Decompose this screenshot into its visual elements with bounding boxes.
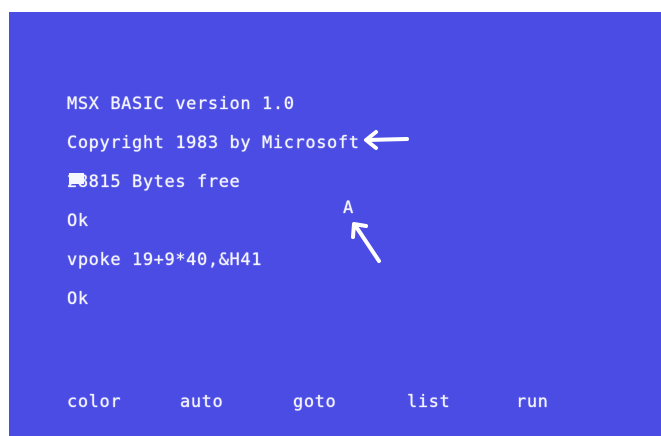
arrow-up-left-icon <box>351 222 381 263</box>
poked-character: A <box>343 198 354 218</box>
function-key-color[interactable]: color <box>67 394 121 411</box>
console-line-ok: Ok <box>67 211 89 231</box>
console-line-command: vpoke 19+9*40,&H41 <box>67 250 263 270</box>
console-line-copyright: Copyright 1983 by Microsoft <box>67 133 360 153</box>
console-output: MSX BASIC version 1.0 Copyright 1983 by … <box>67 72 360 332</box>
console-line-ok-2: Ok <box>67 289 89 309</box>
msx-screen[interactable]: MSX BASIC version 1.0 Copyright 1983 by … <box>9 12 661 436</box>
text-cursor <box>69 173 84 184</box>
console-line-bytes-free: 28815 Bytes free <box>67 172 241 192</box>
function-key-list[interactable]: list <box>407 394 450 411</box>
arrow-left-icon <box>364 130 409 150</box>
function-key-bar: color auto goto list run <box>67 394 587 416</box>
function-key-goto[interactable]: goto <box>293 394 336 411</box>
function-key-run[interactable]: run <box>516 394 549 411</box>
function-key-auto[interactable]: auto <box>180 394 223 411</box>
console-line-version: MSX BASIC version 1.0 <box>67 94 295 114</box>
